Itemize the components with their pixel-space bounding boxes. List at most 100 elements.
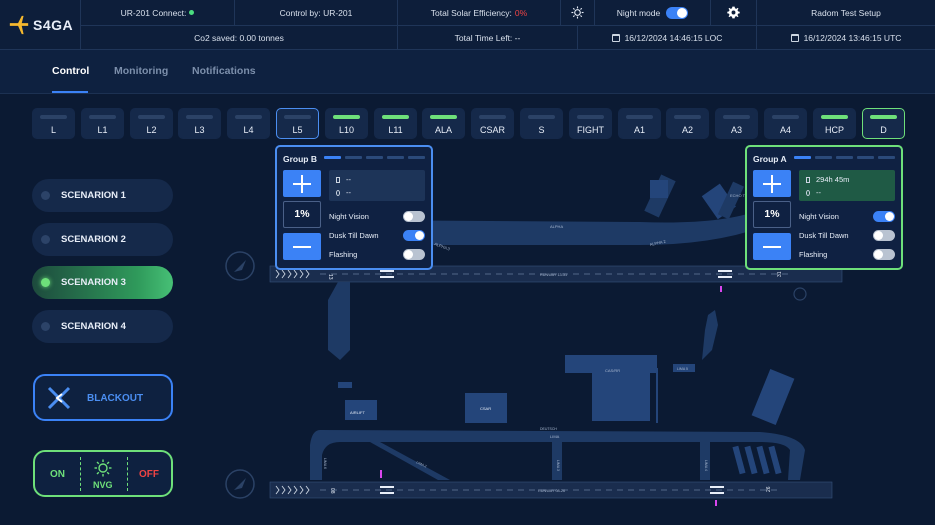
battery-time: -- xyxy=(346,175,351,184)
map-label-lima5: LIMA 5 xyxy=(677,367,688,371)
brightness-button[interactable] xyxy=(560,0,594,25)
nvg-off-label[interactable]: OFF xyxy=(139,469,159,480)
lane-button-l11[interactable]: L11 xyxy=(374,108,417,139)
map-label-lima4: LIMA 4 xyxy=(704,460,708,471)
lane-status-bar xyxy=(528,115,555,119)
lane-button-ala[interactable]: ALA xyxy=(422,108,465,139)
lane-status-bar xyxy=(674,115,701,119)
utc-time: 16/12/2024 13:46:15 UTC xyxy=(756,25,935,50)
lane-button-a4[interactable]: A4 xyxy=(764,108,807,139)
scenario-2-button[interactable]: SCENARION 2 xyxy=(32,223,173,256)
main-tabs: Control Monitoring Notifications xyxy=(0,50,935,94)
lane-label: L1 xyxy=(97,125,108,135)
nvg-switch[interactable]: ON NVG OFF xyxy=(33,450,173,497)
divider xyxy=(127,457,128,491)
lane-status-bar xyxy=(382,115,409,119)
lane-label: S xyxy=(538,125,545,135)
brightness-percent: 1% xyxy=(753,201,791,228)
blackout-icon xyxy=(47,386,71,410)
connect-label: UR-201 Connect: xyxy=(120,7,187,18)
light-status: -- xyxy=(816,188,821,197)
gear-icon xyxy=(727,6,740,19)
flashing-toggle[interactable] xyxy=(403,249,425,260)
night-mode: Night mode xyxy=(594,0,710,25)
lane-status-bar xyxy=(40,115,67,119)
group-level-indicator xyxy=(794,156,895,159)
lane-button-l4[interactable]: L4 xyxy=(227,108,270,139)
settings-button[interactable] xyxy=(710,0,756,25)
apron xyxy=(592,373,650,421)
night-mode-toggle[interactable] xyxy=(666,6,689,19)
tab-control[interactable]: Control xyxy=(52,65,89,77)
night-vision-toggle[interactable] xyxy=(403,211,425,222)
nvg-on-label[interactable]: ON xyxy=(50,469,65,480)
scenario-status-dot xyxy=(41,235,50,244)
flashing-label: Flashing xyxy=(799,250,828,259)
lane-label: A3 xyxy=(730,125,742,135)
compass-icon xyxy=(225,469,255,499)
lane-button-d[interactable]: D xyxy=(862,108,905,139)
lane-button-csar[interactable]: CSAR xyxy=(471,108,514,139)
lane-button-a3[interactable]: A3 xyxy=(715,108,758,139)
lane-label: L2 xyxy=(146,125,157,135)
battery-icon xyxy=(806,177,810,183)
lane-button-a2[interactable]: A2 xyxy=(666,108,709,139)
map-label-lima: LIMA xyxy=(550,434,560,439)
lane-button-s[interactable]: S xyxy=(520,108,563,139)
lane-status-bar xyxy=(772,115,799,119)
lane-label: ALA xyxy=(434,125,452,135)
scenario-3-button[interactable]: SCENARION 3 xyxy=(32,266,173,299)
nvg-label: NVG xyxy=(93,480,113,490)
decrease-button[interactable] xyxy=(753,233,791,260)
bulb-icon xyxy=(806,190,810,196)
scenario-1-button[interactable]: SCENARION 1 xyxy=(32,179,173,212)
bulb-icon xyxy=(336,190,340,196)
lane-status-bar xyxy=(723,115,750,119)
tab-monitoring[interactable]: Monitoring xyxy=(114,65,168,77)
lane-button-l3[interactable]: L3 xyxy=(178,108,221,139)
plane-icon xyxy=(9,15,29,35)
lane-label: A1 xyxy=(633,125,645,135)
scenario-4-button[interactable]: SCENARION 4 xyxy=(32,310,173,343)
runway-end-13: 13 xyxy=(327,274,333,280)
lane-status-bar xyxy=(186,115,213,119)
lane-label: HCP xyxy=(824,125,844,135)
lane-status-bar xyxy=(870,115,897,119)
brightness-percent: 1% xyxy=(283,201,321,228)
group-info: -- -- xyxy=(329,170,425,201)
night-vision-toggle[interactable] xyxy=(873,211,895,222)
lane-button-fight[interactable]: FIGHT xyxy=(569,108,612,139)
lane-button-l1[interactable]: L1 xyxy=(81,108,124,139)
lane-status-bar xyxy=(479,115,506,119)
map-label-alpha: ALPHA xyxy=(550,224,563,229)
lane-button-l[interactable]: L xyxy=(32,108,75,139)
map-label-lima3: LIMA 3 xyxy=(556,460,560,471)
lane-label: D xyxy=(880,125,887,135)
lane-label: L5 xyxy=(292,125,303,135)
increase-button[interactable] xyxy=(753,170,791,197)
lane-label: A4 xyxy=(779,125,791,135)
lane-button-l10[interactable]: L10 xyxy=(325,108,368,139)
divider xyxy=(80,457,81,491)
blackout-button[interactable]: BLACKOUT xyxy=(33,374,173,421)
tab-notifications[interactable]: Notifications xyxy=(192,65,256,77)
map-label-deutsch: DEUTSCH xyxy=(540,427,557,431)
battery-icon xyxy=(336,177,340,183)
decrease-button[interactable] xyxy=(283,233,321,260)
setup-name: Radom Test Setup xyxy=(756,0,935,25)
increase-button[interactable] xyxy=(283,170,321,197)
lane-button-a1[interactable]: A1 xyxy=(618,108,661,139)
runway-label-top: RUNWAY 13-31 xyxy=(540,273,567,277)
lane-label: CSAR xyxy=(479,125,505,135)
lane-status-bar xyxy=(235,115,262,119)
flashing-toggle[interactable] xyxy=(873,249,895,260)
dusk-till-dawn-toggle[interactable] xyxy=(403,230,425,241)
lane-button-l2[interactable]: L2 xyxy=(130,108,173,139)
group-title: Group B xyxy=(283,154,317,164)
lane-button-l5[interactable]: L5 xyxy=(276,108,319,139)
scenario-label: SCENARION 3 xyxy=(61,277,126,288)
dusk-till-dawn-toggle[interactable] xyxy=(873,230,895,241)
scenario-label: SCENARION 2 xyxy=(61,234,126,245)
local-time-text: 16/12/2024 14:46:15 LOC xyxy=(624,33,723,43)
lane-button-hcp[interactable]: HCP xyxy=(813,108,856,139)
